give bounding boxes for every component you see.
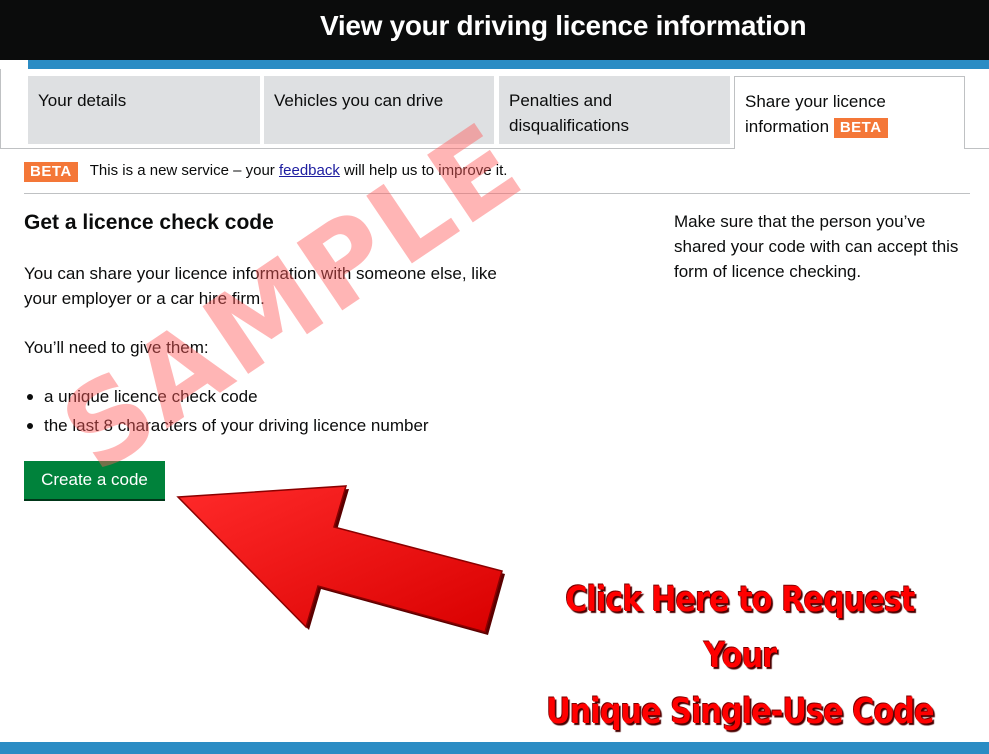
tab-vehicles[interactable]: Vehicles you can drive xyxy=(264,76,494,144)
callout-text: Click Here to Request Your Unique Single… xyxy=(534,572,947,740)
create-code-button[interactable]: Create a code xyxy=(24,461,165,499)
site-header: View your driving licence information xyxy=(0,0,989,60)
phase-banner-text: This is a new service – your feedback wi… xyxy=(90,162,508,179)
tab-share-licence[interactable]: Share your licence information BETA xyxy=(734,76,965,149)
list-item: the last 8 characters of your driving li… xyxy=(24,411,429,440)
tab-beta-tag: BETA xyxy=(833,117,888,138)
requirements-list: a unique licence check code the last 8 c… xyxy=(24,382,429,440)
phase-banner: BETA This is a new service – your feedba… xyxy=(24,162,970,194)
page-heading: Get a licence check code xyxy=(24,211,274,234)
tabs-divider-left xyxy=(0,69,1,149)
list-item: a unique licence check code xyxy=(24,382,429,411)
tab-label: Penalties and disqualifications xyxy=(509,91,630,135)
tab-penalties[interactable]: Penalties and disqualifications xyxy=(499,76,730,144)
footer-accent-bar xyxy=(0,742,989,754)
phase-banner-text-before: This is a new service – your xyxy=(89,162,275,179)
sidebar-note: Make sure that the person you’ve shared … xyxy=(674,212,959,281)
beta-tag: BETA xyxy=(24,162,78,182)
tab-your-details[interactable]: Your details xyxy=(28,76,260,144)
page-header-title: View your driving licence information xyxy=(320,10,807,41)
callout-line-1: Click Here to Request Your xyxy=(565,580,915,676)
callout-line-2: Unique Single-Use Code xyxy=(546,692,934,732)
header-accent-bar xyxy=(28,60,989,69)
phase-banner-text-after: will help us to improve it. xyxy=(344,162,508,179)
intro-paragraph: You can share your licence information w… xyxy=(24,264,497,308)
need-paragraph: You’ll need to give them: xyxy=(24,338,209,357)
feedback-link[interactable]: feedback xyxy=(279,162,340,179)
tab-label: Vehicles you can drive xyxy=(274,91,444,110)
tab-label: Your details xyxy=(38,91,127,110)
